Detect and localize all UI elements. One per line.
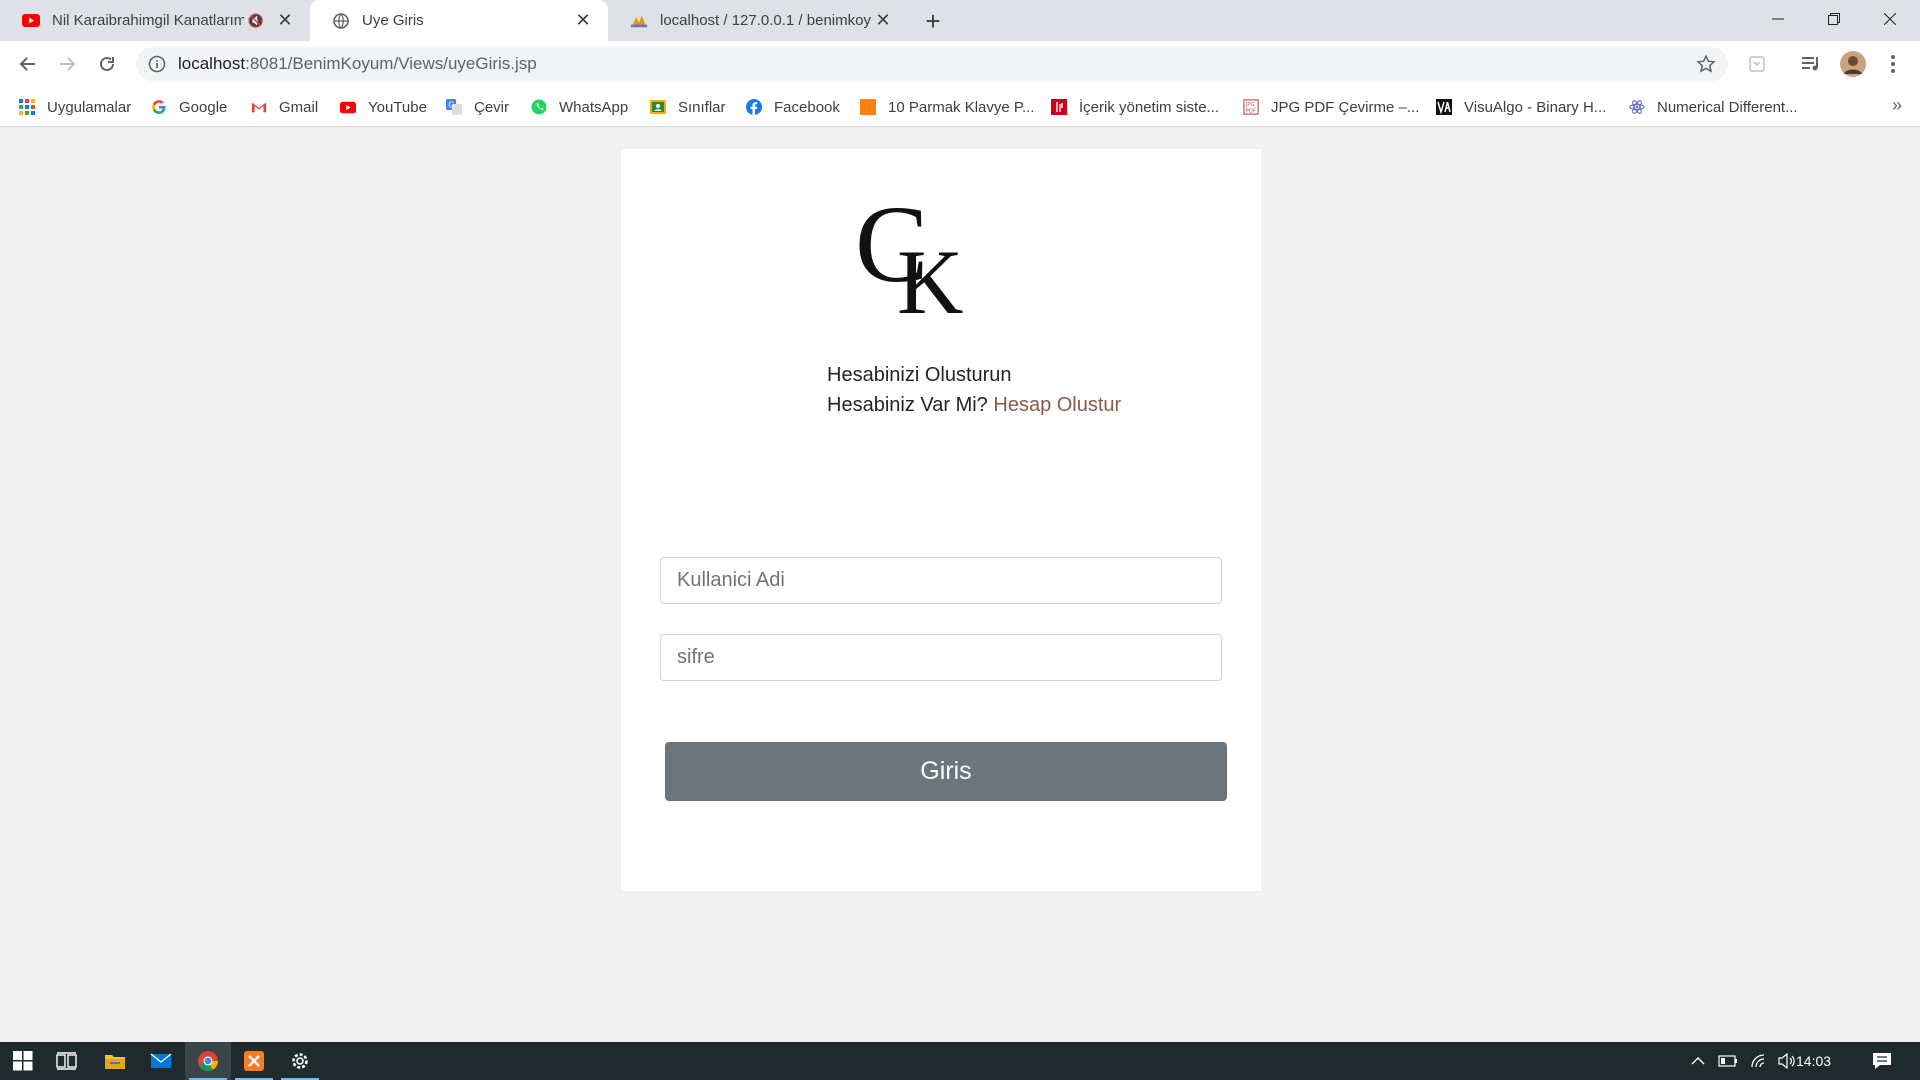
file-explorer-icon[interactable] — [92, 1042, 138, 1080]
youtube-icon — [22, 12, 40, 30]
globe-icon — [332, 12, 350, 30]
xampp-icon[interactable] — [231, 1042, 277, 1080]
bookmark-youtube[interactable]: YouTube — [340, 87, 427, 127]
mail-icon[interactable] — [138, 1042, 184, 1080]
bookmark-label: Sınıflar — [678, 98, 726, 116]
whatsapp-icon — [531, 99, 547, 115]
visualgo-icon — [1436, 99, 1452, 115]
minimize-button[interactable] — [1750, 0, 1806, 38]
media-queue-icon[interactable] — [1793, 46, 1829, 82]
login-card: C K Hesabinizi Olusturun Hesabiniz Var M… — [621, 149, 1261, 891]
tab-uye-giris[interactable]: Uye Giris ✕ — [310, 0, 608, 41]
bookmark-google[interactable]: Google — [151, 87, 227, 127]
bookmark-uygulamalar[interactable]: Uygulamalar — [19, 87, 131, 127]
tab-title: Nil Karaibrahimgil Kanatlarım — [52, 12, 244, 29]
bookmark-label: WhatsApp — [559, 98, 629, 116]
tab-title: Uye Giris — [362, 12, 424, 29]
username-input[interactable] — [660, 557, 1222, 604]
gmail-icon — [251, 99, 267, 115]
bookmark-label: Gmail — [279, 98, 319, 116]
kebab-menu-icon[interactable] — [1875, 46, 1911, 82]
phpmyadmin-icon — [630, 12, 648, 30]
browser-toolbar: localhost:8081/BenimKoyum/Views/uyeGiris… — [0, 41, 1920, 87]
windows-taskbar: 14:03 — [0, 1042, 1920, 1080]
close-tab-icon[interactable]: ✕ — [572, 10, 594, 32]
bookmark-visualgo[interactable]: VisuAlgo - Binary H... — [1436, 87, 1606, 127]
close-tab-icon[interactable]: ✕ — [274, 10, 296, 32]
login-button[interactable]: Giris — [665, 742, 1227, 801]
muted-speaker-icon[interactable]: 🔇 — [248, 13, 264, 29]
bookmark-label: 10 Parmak Klavye P... — [888, 98, 1035, 116]
more-bookmarks-chevron-icon[interactable]: » — [1892, 95, 1902, 116]
bookmark-gmail[interactable]: Gmail — [251, 87, 318, 127]
bookmark-label: JPG PDF Çevirme –... — [1271, 98, 1420, 116]
red-logo-icon — [1051, 99, 1067, 115]
bookmark-label: Google — [179, 98, 228, 116]
facebook-icon — [746, 99, 762, 115]
svg-text:JPG: JPG — [1245, 102, 1255, 108]
bookmark-star-icon[interactable] — [1696, 54, 1716, 79]
show-hidden-icons-chevron-icon[interactable] — [1686, 1042, 1710, 1080]
google-icon — [151, 99, 167, 115]
have-account-line: Hesabiniz Var Mi? Hesap Olustur — [827, 390, 1121, 420]
bookmark-icerik-yonetim[interactable]: İçerik yönetim siste... — [1051, 87, 1219, 127]
bookmark-cevir[interactable]: G Çevir — [446, 87, 509, 127]
close-tab-icon[interactable]: ✕ — [872, 10, 894, 32]
svg-text:G: G — [448, 101, 454, 110]
ck-logo: C K — [855, 189, 963, 319]
taskbar-clock[interactable]: 14:03 — [1796, 1042, 1831, 1080]
jpg-pdf-icon: JPG PDF — [1243, 99, 1259, 115]
intro-text: Hesabinizi Olusturun Hesabiniz Var Mi? H… — [827, 360, 1121, 420]
notifications-icon[interactable] — [1864, 1042, 1900, 1080]
classroom-icon — [650, 99, 666, 115]
settings-gear-icon[interactable] — [277, 1042, 323, 1080]
url-text[interactable]: localhost:8081/BenimKoyum/Views/uyeGiris… — [178, 54, 537, 74]
svg-text:K: K — [897, 231, 963, 319]
address-bar[interactable]: localhost:8081/BenimKoyum/Views/uyeGiris… — [136, 47, 1728, 81]
translate-icon: G — [446, 99, 462, 115]
battery-icon[interactable] — [1714, 1042, 1742, 1080]
create-account-link[interactable]: Hesap Olustur — [993, 394, 1121, 416]
orange-square-icon — [860, 99, 876, 115]
info-icon[interactable] — [148, 55, 166, 73]
forward-button[interactable] — [49, 46, 85, 82]
bookmark-label: Uygulamalar — [47, 98, 132, 116]
start-button[interactable] — [0, 1042, 46, 1080]
extension-icon[interactable] — [1739, 46, 1775, 82]
bookmark-label: Numerical Different... — [1657, 98, 1798, 116]
bookmark-numerical[interactable]: Numerical Different... — [1629, 87, 1798, 127]
bookmarks-bar: Uygulamalar Google Gmail YouTube G Çevir… — [0, 87, 1920, 127]
password-input[interactable] — [660, 634, 1222, 681]
wifi-icon[interactable] — [1746, 1042, 1774, 1080]
bookmark-label: İçerik yönetim siste... — [1079, 98, 1220, 116]
have-account-prompt: Hesabiniz Var Mi? — [827, 394, 988, 416]
reload-button[interactable] — [89, 46, 125, 82]
profile-avatar[interactable] — [1835, 46, 1871, 82]
bookmark-siniflar[interactable]: Sınıflar — [650, 87, 726, 127]
apps-grid-icon — [19, 99, 35, 115]
bookmark-label: Çevir — [474, 98, 510, 116]
new-tab-button[interactable]: + — [917, 5, 949, 37]
close-window-button[interactable] — [1862, 0, 1918, 38]
tab-youtube[interactable]: Nil Karaibrahimgil Kanatlarım 🔇 ✕ — [0, 0, 310, 41]
restore-button[interactable] — [1806, 0, 1862, 38]
atom-icon — [1629, 99, 1645, 115]
chrome-icon[interactable] — [185, 1042, 231, 1080]
tab-title: localhost / 127.0.0.1 / benimkoyum — [660, 12, 872, 29]
youtube-icon — [340, 99, 356, 115]
bookmark-whatsapp[interactable]: WhatsApp — [531, 87, 628, 127]
bookmark-label: VisuAlgo - Binary H... — [1464, 98, 1607, 116]
bookmark-10-parmak[interactable]: 10 Parmak Klavye P... — [860, 87, 1034, 127]
bookmark-jpg-pdf[interactable]: JPG PDF JPG PDF Çevirme –... — [1243, 87, 1419, 127]
svg-text:PDF: PDF — [1246, 108, 1256, 114]
back-button[interactable] — [10, 46, 46, 82]
bookmark-label: Facebook — [774, 98, 840, 116]
bookmark-facebook[interactable]: Facebook — [746, 87, 840, 127]
create-account-heading: Hesabinizi Olusturun — [827, 364, 1012, 386]
task-view-icon[interactable] — [44, 1042, 90, 1080]
tab-strip: Nil Karaibrahimgil Kanatlarım 🔇 ✕ Uye Gi… — [0, 0, 1920, 41]
bookmark-label: YouTube — [368, 98, 427, 116]
tab-phpmyadmin[interactable]: localhost / 127.0.0.1 / benimkoyum ✕ — [608, 0, 908, 41]
